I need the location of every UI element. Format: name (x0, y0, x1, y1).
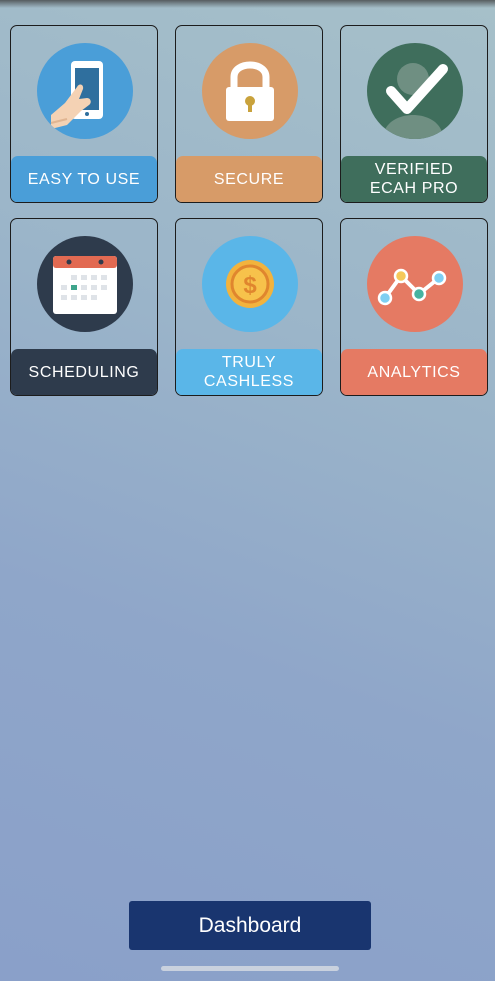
tile-verified-ecah-pro[interactable]: VERIFIED ECAH PRO (340, 25, 488, 203)
tile-label: VERIFIED ECAH PRO (369, 161, 459, 197)
padlock-icon (202, 43, 298, 139)
svg-text:$: $ (243, 272, 257, 299)
calendar-icon (37, 236, 133, 332)
tile-label: ANALYTICS (367, 363, 461, 381)
tile-label-bar: EASY TO USE (11, 156, 157, 202)
tile-truly-cashless[interactable]: $ TRULY CASHLESS (175, 218, 323, 396)
home-indicator[interactable] (161, 966, 339, 971)
tile-easy-to-use[interactable]: EASY TO USE (10, 25, 158, 203)
tile-label-bar: VERIFIED ECAH PRO (341, 156, 487, 202)
tile-label: EASY TO USE (27, 170, 141, 188)
tile-label-bar: ANALYTICS (341, 349, 487, 395)
status-bar-shadow (0, 0, 495, 8)
dashboard-button[interactable]: Dashboard (129, 901, 371, 950)
tile-secure[interactable]: SECURE (175, 25, 323, 203)
dollar-coin-icon: $ (202, 236, 298, 332)
tile-label: SCHEDULING (28, 363, 140, 381)
tile-label-bar: SECURE (176, 156, 322, 202)
tile-label: SECURE (213, 170, 285, 188)
tile-label-bar: TRULY CASHLESS (176, 349, 322, 395)
tile-label: TRULY CASHLESS (203, 354, 295, 390)
touch-phone-icon (37, 43, 133, 139)
tile-analytics[interactable]: ANALYTICS (340, 218, 488, 396)
tile-label-bar: SCHEDULING (11, 349, 157, 395)
line-chart-icon (367, 236, 463, 332)
verified-user-icon (367, 43, 463, 139)
tile-scheduling[interactable]: SCHEDULING (10, 218, 158, 396)
